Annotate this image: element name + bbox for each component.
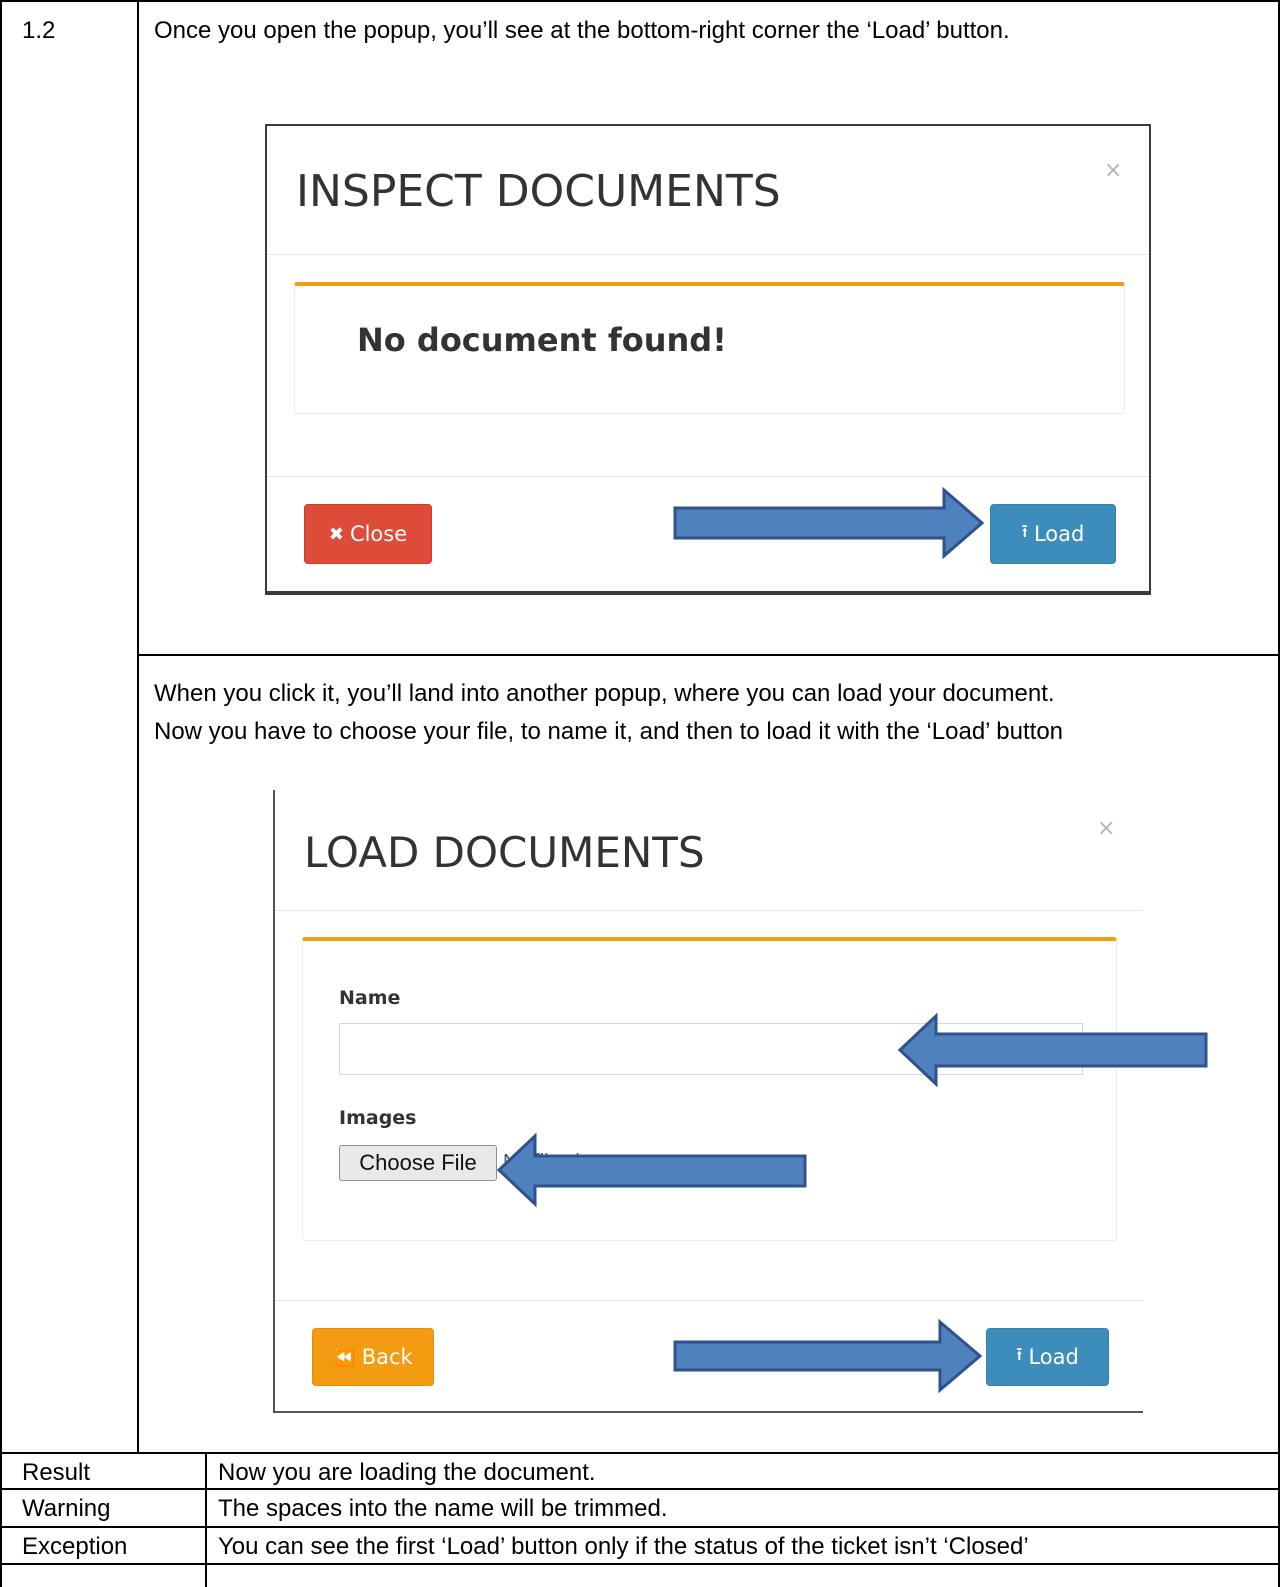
step-number: 1.2 <box>22 17 56 44</box>
backward-icon: ⏪ <box>333 1346 356 1368</box>
popup-header-separator <box>275 910 1143 911</box>
popup-footer-separator <box>267 476 1149 477</box>
table-border-top <box>0 0 1280 2</box>
step-instruction-line2: Now you have to choose your file, to nam… <box>154 718 1064 745</box>
result-text: Now you are loading the document. <box>218 1459 596 1486</box>
table-row-divider-1 <box>0 1452 1280 1454</box>
choose-file-button[interactable]: Choose File <box>339 1145 497 1181</box>
table-footer-col-divider <box>205 1452 207 1587</box>
close-x-icon[interactable]: × <box>1097 816 1115 841</box>
table-row-divider-4 <box>0 1563 1280 1565</box>
popup-title: LOAD DOCUMENTS <box>304 828 705 877</box>
load-button-label: Load <box>1033 522 1085 546</box>
warning-label: Warning <box>22 1495 111 1522</box>
images-label: Images <box>339 1107 417 1129</box>
arrow-right-icon <box>673 1318 983 1394</box>
popup-title: INSPECT DOCUMENTS <box>296 166 781 217</box>
back-button-label: Back <box>361 1345 413 1369</box>
name-label: Name <box>339 987 401 1009</box>
table-row-divider-2 <box>0 1488 1280 1490</box>
message-box: No document found! <box>294 282 1125 414</box>
warning-text: The spaces into the name will be trimmed… <box>218 1495 668 1522</box>
no-document-message: No document found! <box>357 321 727 359</box>
load-button-label: Load <box>1028 1345 1079 1369</box>
step-instruction-line1: When you click it, you’ll land into anot… <box>154 680 1055 707</box>
popup-left-border <box>273 790 275 1413</box>
load-button[interactable]: ⭱ Load <box>986 1328 1109 1386</box>
popup-bottom-border <box>273 1411 1143 1413</box>
close-button[interactable]: ✖ Close <box>304 504 432 564</box>
popup-footer-separator <box>275 1300 1143 1301</box>
popup-header-separator <box>267 254 1149 255</box>
times-icon: ✖ <box>328 523 344 545</box>
back-button[interactable]: ⏪ Back <box>312 1328 434 1386</box>
exception-text: You can see the first ‘Load’ button only… <box>218 1533 1029 1560</box>
upload-icon: ⭱ <box>1021 521 1028 542</box>
table-row-divider-3 <box>0 1526 1280 1528</box>
close-x-icon[interactable]: × <box>1104 158 1122 183</box>
exception-label: Exception <box>22 1533 128 1560</box>
load-button[interactable]: ⭱ Load <box>990 504 1116 564</box>
document-page: 1.2 Once you open the popup, you’ll see … <box>0 0 1280 1587</box>
close-button-label: Close <box>349 522 408 546</box>
table-border-left <box>0 0 2 1587</box>
arrow-left-icon <box>496 1132 807 1208</box>
arrow-right-icon <box>673 486 985 560</box>
table-inner-divider <box>137 654 1280 656</box>
table-col-divider <box>137 0 139 1452</box>
result-label: Result <box>22 1459 91 1486</box>
arrow-left-icon <box>897 1012 1208 1088</box>
upload-icon: ⭱ <box>1016 1344 1023 1365</box>
step-intro-text: Once you open the popup, you’ll see at t… <box>154 17 1010 44</box>
